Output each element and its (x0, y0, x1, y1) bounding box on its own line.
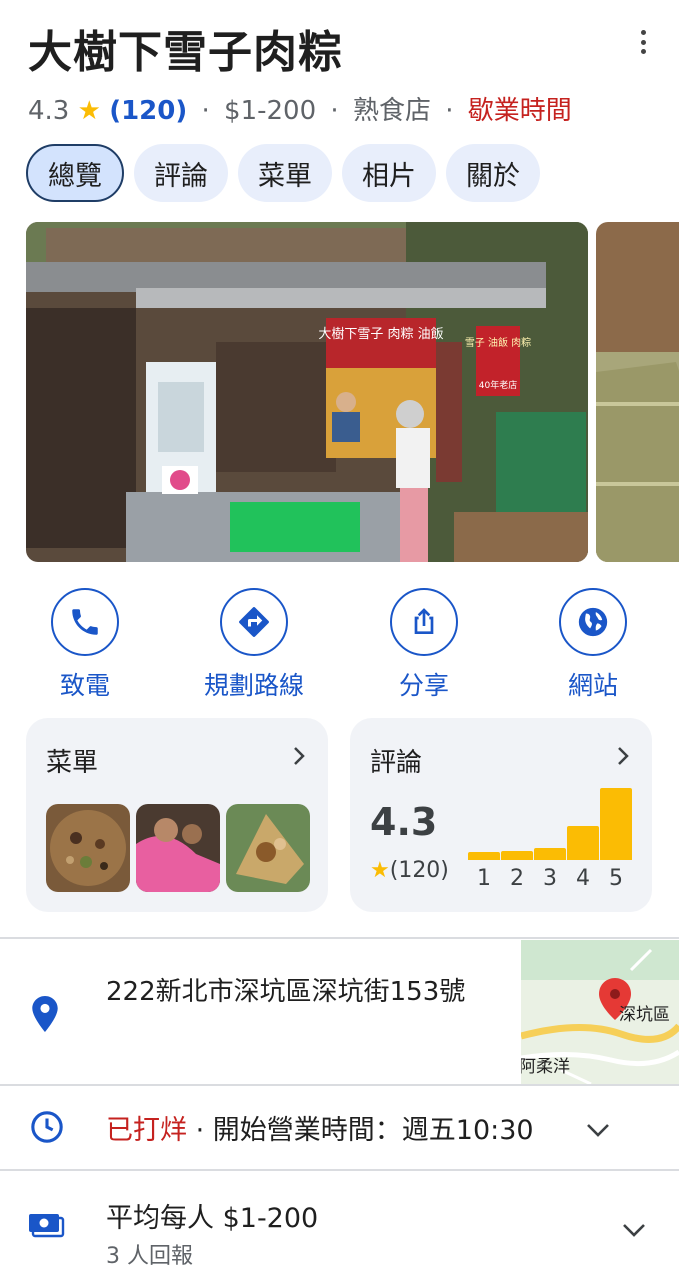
tab-photos[interactable]: 相片 (342, 144, 436, 202)
rating-bar-label: 4 (576, 866, 590, 891)
next-opening-time: 開始營業時間：週五10:30 (212, 1115, 534, 1146)
food-photo[interactable] (596, 222, 679, 562)
map-district-label: 深坑區 (619, 1005, 670, 1025)
menu-card-title: 菜單 (46, 748, 99, 778)
directions-icon (220, 588, 288, 656)
rating-bar-label: 3 (543, 866, 557, 891)
tab-reviews[interactable]: 評論 (134, 144, 228, 202)
star-icon: ★ (77, 96, 101, 126)
rating-bar-3 (534, 848, 566, 860)
map-thumbnail[interactable]: 深坑區 阿柔洋 (521, 940, 679, 1084)
rating-value: 4.3 (28, 96, 70, 126)
location-pin-icon (32, 996, 58, 1032)
place-title: 大樹下雪子肉粽 (28, 27, 343, 78)
globe-icon (559, 588, 627, 656)
share-icon (390, 588, 458, 656)
category-label: 熟食店 (352, 96, 431, 126)
website-label: 網站 (567, 671, 618, 700)
star-icon: ★ (370, 858, 390, 883)
clock-icon (31, 1111, 63, 1143)
rating-bar-1 (468, 852, 500, 860)
separator: · (445, 96, 454, 126)
call-label: 致電 (59, 671, 110, 700)
directions-label: 規劃路線 (203, 671, 304, 700)
rating-bar-4 (567, 826, 599, 860)
menu-card[interactable]: 菜單 (26, 718, 328, 912)
tab-about[interactable]: 關於 (446, 144, 540, 202)
separator: · (201, 96, 210, 126)
chevron-down-icon[interactable] (586, 1122, 610, 1138)
rating-count: ★(120) (370, 858, 449, 883)
side-sign-text: 雪子 油飯 肉粽 (465, 336, 531, 349)
menu-photo[interactable] (136, 804, 220, 892)
rating-bar-label: 1 (477, 866, 491, 891)
menu-photo[interactable] (46, 804, 130, 892)
zongzi-illustration (596, 222, 679, 562)
side-sign-sub-text: 40年老店 (479, 379, 517, 391)
rating-bar-5 (600, 788, 632, 860)
separator: · (195, 1115, 205, 1146)
share-button[interactable]: 分享 (354, 588, 494, 702)
share-label: 分享 (398, 671, 449, 700)
phone-icon (51, 588, 119, 656)
price-range: $1-200 (224, 96, 317, 126)
storefront-photo[interactable]: 大樹下雪子 肉粽 油飯 雪子 油飯 肉粽 40年老店 (26, 222, 588, 562)
reviews-card-title: 評論 (370, 748, 423, 778)
tab-menu[interactable]: 菜單 (238, 144, 332, 202)
chevron-down-icon[interactable] (622, 1222, 646, 1238)
rating-bar-label: 5 (609, 866, 623, 891)
address-text[interactable]: 222新北市深坑區深坑街153號 (106, 972, 506, 1012)
website-button[interactable]: 網站 (523, 588, 663, 702)
review-count: (120) (389, 858, 449, 883)
reviews-card[interactable]: 評論 4.3 ★(120) 12345 (350, 718, 652, 912)
tab-overview[interactable]: 總覽 (26, 144, 124, 202)
menu-photo[interactable] (226, 804, 310, 892)
directions-button[interactable]: 規劃路線 (184, 588, 324, 702)
open-status: 歇業時間 (467, 96, 572, 126)
map-area-label: 阿柔洋 (521, 1057, 570, 1077)
more-options-icon[interactable] (633, 28, 653, 56)
place-summary-line: 4.3 ★ (120) · $1-200 · 熟食店 · 歇業時間 (28, 90, 572, 127)
shop-banner-text: 大樹下雪子 肉粽 油飯 (318, 327, 443, 342)
storefront-illustration: 大樹下雪子 肉粽 油飯 雪子 油飯 肉粽 40年老店 (26, 222, 588, 562)
call-button[interactable]: 致電 (15, 588, 155, 702)
rating-bar-2 (501, 851, 533, 860)
review-count-link[interactable]: (120) (109, 96, 187, 126)
tab-bar: 總覽 評論 菜單 相片 關於 (26, 144, 540, 202)
divider (0, 937, 679, 939)
chevron-right-icon (618, 747, 629, 765)
price-reports: 3 人回報 (106, 1244, 193, 1269)
chevron-right-icon (294, 747, 305, 765)
hours-row[interactable]: 已打烊 · 開始營業時間：週五10:30 (106, 1108, 534, 1147)
rating-bar-label: 2 (510, 866, 524, 891)
closed-status: 已打烊 (106, 1115, 187, 1146)
average-rating: 4.3 (370, 800, 438, 844)
divider (0, 1169, 679, 1171)
average-price: 平均每人 $1-200 (106, 1203, 319, 1234)
money-icon (29, 1214, 65, 1238)
separator: · (330, 96, 339, 126)
divider (0, 1084, 679, 1086)
